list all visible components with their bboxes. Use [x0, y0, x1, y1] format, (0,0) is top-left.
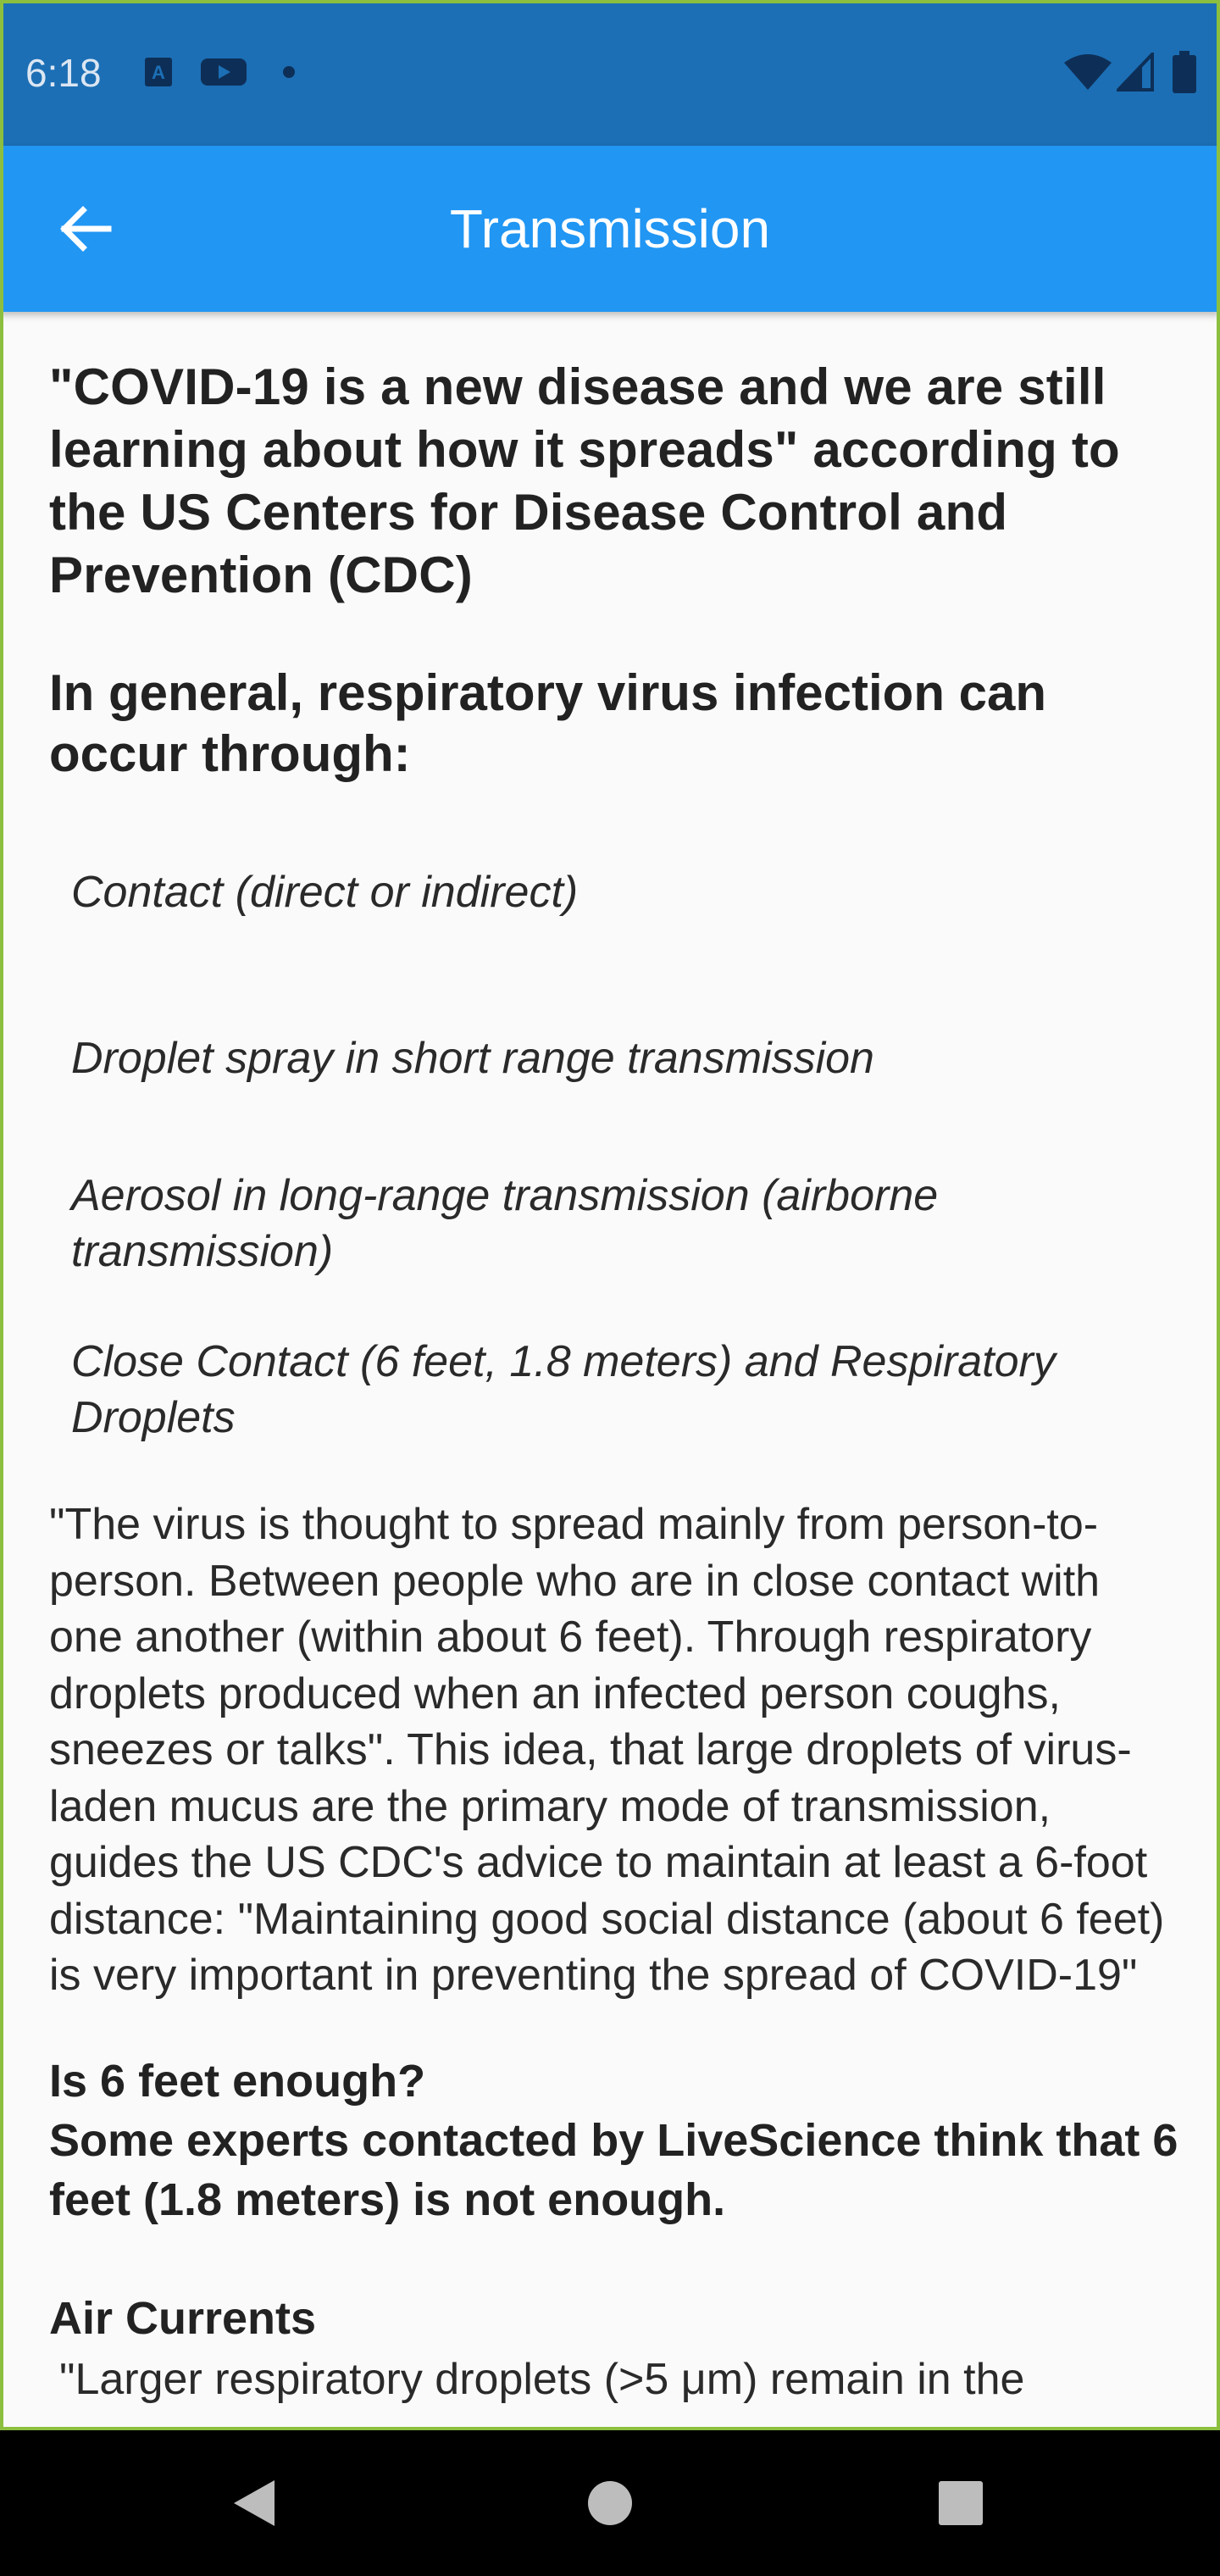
transmission-ways-list: Contact (direct or indirect) Droplet spr… — [49, 864, 1184, 1446]
system-nav-bar — [0, 2430, 1220, 2576]
svg-text:A: A — [152, 62, 165, 83]
status-time: 6:18 — [25, 51, 102, 95]
notification-dot-icon — [283, 66, 295, 78]
app-bar: Transmission — [0, 146, 1220, 312]
air-currents-heading: Air Currents — [49, 2292, 317, 2344]
list-item: Droplet spray in short range transmissio… — [71, 1034, 874, 1083]
back-nav-button[interactable] — [186, 2430, 322, 2576]
list-item: Aerosol in long-range transmission (airb… — [71, 1171, 939, 1276]
a-icon: A — [145, 58, 172, 86]
article-content: "COVID-19 is a new disease and we are st… — [49, 356, 1184, 2407]
status-bar: 6:18 A — [0, 0, 1220, 146]
question-heading: Is 6 feet enough? — [49, 2055, 426, 2107]
question-subheading: Some experts contacted by LiveScience th… — [49, 2114, 1178, 2225]
intro-paragraph: "COVID-19 is a new disease and we are st… — [49, 358, 1120, 603]
page-title: Transmission — [449, 198, 771, 259]
transmission-subheading: In general, respiratory virus infection … — [49, 664, 1047, 782]
home-nav-button[interactable] — [542, 2430, 678, 2576]
air-currents-text: "Larger respiratory droplets (>5 μm) rem… — [59, 2354, 1025, 2404]
wifi-icon — [1064, 54, 1112, 90]
cdc-quote-paragraph: "The virus is thought to spread mainly f… — [49, 1500, 1165, 2000]
recents-nav-button[interactable] — [893, 2430, 1029, 2576]
youtube-icon — [201, 58, 247, 86]
home-nav-icon — [588, 2481, 632, 2525]
recents-nav-icon — [939, 2481, 983, 2525]
battery-icon — [1173, 51, 1196, 93]
list-item: Contact (direct or indirect) — [71, 868, 579, 917]
back-nav-icon — [234, 2480, 274, 2526]
signal-icon — [1117, 53, 1154, 92]
list-item: Close Contact (6 feet, 1.8 meters) and R… — [71, 1337, 1056, 1442]
screen: 6:18 A Transmission "COVID-19 is a new d… — [0, 0, 1220, 2576]
